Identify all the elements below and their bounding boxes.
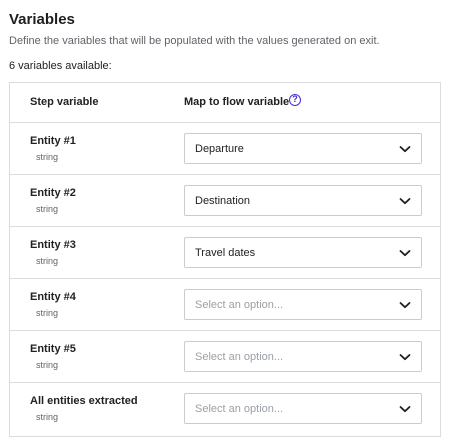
flow-variable-select[interactable]: Travel dates [184, 237, 422, 268]
table-header: Step variable Map to flow variable ? [10, 83, 440, 123]
variables-panel: Variables Define the variables that will… [0, 0, 456, 448]
select-placeholder: Select an option... [195, 299, 284, 311]
step-variable-type: string [36, 412, 59, 422]
variables-count: 6 variables available: [9, 60, 112, 72]
step-variable-name: All entities extracted [30, 395, 138, 407]
table-row: Entity #1 string Departure [10, 123, 440, 175]
page-subtitle: Define the variables that will be popula… [9, 35, 380, 47]
chevron-down-icon [399, 354, 411, 361]
step-variable-type: string [36, 308, 59, 318]
step-variable-type: string [36, 152, 59, 162]
column-step-variable: Step variable [30, 96, 99, 108]
chevron-down-icon [399, 198, 411, 205]
select-placeholder: Select an option... [195, 351, 284, 363]
flow-variable-select[interactable]: Destination [184, 185, 422, 216]
chevron-down-icon [399, 406, 411, 413]
table-row: Entity #2 string Destination [10, 175, 440, 227]
step-variable-type: string [36, 204, 59, 214]
flow-variable-select[interactable]: Select an option... [184, 393, 422, 424]
select-value: Destination [195, 195, 251, 207]
step-variable-type: string [36, 360, 59, 370]
column-map-to-flow-variable: Map to flow variable [184, 96, 290, 108]
question-circle-icon[interactable]: ? [289, 94, 301, 106]
step-variable-name: Entity #5 [30, 343, 76, 355]
variables-table: Step variable Map to flow variable ? Ent… [9, 82, 441, 437]
step-variable-name: Entity #1 [30, 135, 76, 147]
table-row: Entity #4 string Select an option... [10, 279, 440, 331]
step-variable-name: Entity #2 [30, 187, 76, 199]
flow-variable-select[interactable]: Select an option... [184, 289, 422, 320]
chevron-down-icon [399, 250, 411, 257]
chevron-down-icon [399, 302, 411, 309]
flow-variable-select[interactable]: Departure [184, 133, 422, 164]
select-value: Travel dates [195, 247, 256, 259]
table-row: Entity #3 string Travel dates [10, 227, 440, 279]
chevron-down-icon [399, 146, 411, 153]
step-variable-type: string [36, 256, 59, 266]
select-value: Departure [195, 143, 244, 155]
page-title: Variables [9, 11, 75, 28]
table-row: Entity #5 string Select an option... [10, 331, 440, 383]
step-variable-name: Entity #3 [30, 239, 76, 251]
table-row: All entities extracted string Select an … [10, 383, 440, 435]
select-placeholder: Select an option... [195, 403, 284, 415]
step-variable-name: Entity #4 [30, 291, 76, 303]
flow-variable-select[interactable]: Select an option... [184, 341, 422, 372]
